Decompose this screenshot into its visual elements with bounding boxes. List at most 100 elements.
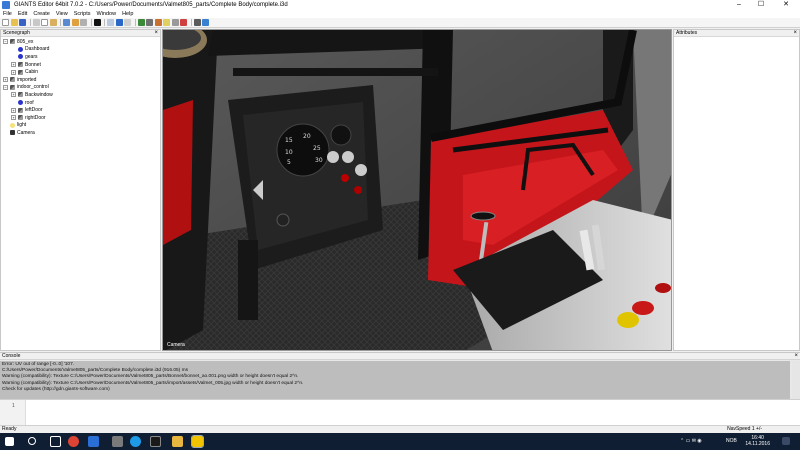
scenegraph-tree: − 805_ex Dashboard gears + Bonnet + Cabin + impor…	[1, 37, 160, 137]
rotate-icon[interactable]	[115, 19, 123, 26]
expand-icon[interactable]: +	[11, 62, 16, 68]
taskbar-app-icon[interactable]	[150, 436, 161, 447]
undo-icon[interactable]	[63, 19, 70, 26]
store-icon[interactable]	[88, 436, 99, 447]
scale-icon[interactable]	[124, 19, 131, 26]
cut-icon[interactable]	[32, 19, 40, 26]
expand-icon[interactable]: +	[11, 115, 16, 121]
open-folder-icon[interactable]	[10, 19, 18, 26]
move-icon[interactable]	[107, 19, 114, 26]
toolbar	[0, 18, 800, 28]
scenegraph-node[interactable]: Camera	[1, 129, 160, 137]
window-title: GIANTS Editor 64bit 7.0.2 - C:/Users/Pow…	[14, 2, 288, 8]
group-node-icon	[18, 62, 23, 68]
search-icon[interactable]	[28, 437, 36, 445]
group-node-icon	[18, 115, 23, 121]
panel-close-icon[interactable]: ×	[793, 30, 797, 37]
light-node-icon	[10, 122, 15, 128]
svg-text:10: 10	[285, 149, 293, 156]
scenegraph-node-label: rightDoor	[25, 114, 46, 121]
terrain-icon[interactable]	[137, 19, 145, 26]
expand-icon[interactable]: +	[11, 107, 16, 113]
mesh-node-icon	[18, 54, 23, 60]
copy-icon[interactable]	[41, 19, 48, 26]
group-node-icon	[10, 77, 15, 83]
console-panel: Console × Error: UV out of range [-0..0]…	[0, 352, 800, 426]
menu-scripts[interactable]: Scripts	[71, 10, 94, 18]
minimize-button[interactable]: –	[728, 0, 750, 10]
scenegraph-node[interactable]: + rightDoor	[1, 114, 160, 122]
attributes-panel: Attributes ×	[673, 29, 800, 351]
panel-close-icon[interactable]: ×	[154, 30, 158, 37]
maximize-button[interactable]: ☐	[750, 0, 772, 10]
foliage-icon[interactable]	[154, 19, 162, 26]
play-icon[interactable]	[93, 19, 101, 26]
system-tray-icons[interactable]: ⌃ ▭ ✉ ◉	[680, 433, 702, 450]
menu-view[interactable]: View	[53, 10, 71, 18]
scenegraph-node[interactable]: + leftDoor	[1, 106, 160, 114]
menu-create[interactable]: Create	[30, 10, 53, 18]
info-icon[interactable]	[202, 19, 209, 26]
collapse-icon[interactable]: −	[3, 84, 8, 90]
console-scrollbar[interactable]	[792, 361, 800, 399]
particle-icon[interactable]	[180, 19, 187, 26]
scenegraph-node[interactable]: + Backwindow	[1, 91, 160, 99]
scenegraph-title-label: Scenegraph	[3, 30, 30, 36]
toolbar-separator	[29, 19, 31, 26]
panel-close-icon[interactable]: ×	[794, 353, 798, 360]
3d-viewport[interactable]: 15 20 25 30 10 5 Camera	[162, 29, 672, 351]
scenegraph-node[interactable]: − 805_ex	[1, 38, 160, 46]
notification-icon[interactable]	[782, 437, 790, 445]
menu-edit[interactable]: Edit	[15, 10, 30, 18]
scenegraph-node[interactable]: − indoor_control	[1, 84, 160, 92]
expand-icon[interactable]: +	[11, 92, 16, 98]
new-file-icon[interactable]	[2, 19, 9, 26]
scenegraph-node[interactable]: + imported	[1, 76, 160, 84]
scenegraph-title: Scenegraph ×	[1, 30, 160, 37]
taskbar-clock[interactable]: 16:40 14.11.2016	[745, 435, 770, 447]
console-title: Console ×	[0, 353, 800, 360]
settings-icon[interactable]	[193, 19, 201, 26]
giants-editor-window: GIANTS Editor 64bit 7.0.2 - C:/Users/Pow…	[0, 0, 800, 450]
menu-window[interactable]: Window	[94, 10, 120, 18]
redo-icon[interactable]	[71, 19, 79, 26]
scenegraph-node[interactable]: roof	[1, 99, 160, 107]
viewport-render: 15 20 25 30 10 5	[163, 30, 671, 350]
paint-icon[interactable]	[146, 19, 153, 26]
scenegraph-node[interactable]: gears	[1, 53, 160, 61]
file-explorer-icon[interactable]	[172, 436, 183, 447]
paste-icon[interactable]	[49, 19, 57, 26]
scenegraph-node-label: light	[17, 122, 27, 129]
taskbar-app-icon[interactable]	[112, 436, 123, 447]
giants-editor-taskbar-icon[interactable]	[191, 435, 204, 448]
menu-file[interactable]: File	[0, 10, 15, 18]
menu-help[interactable]: Help	[119, 10, 136, 18]
collapse-icon[interactable]: −	[3, 39, 8, 45]
title-bar: GIANTS Editor 64bit 7.0.2 - C:/Users/Pow…	[0, 0, 800, 10]
camera-icon[interactable]	[171, 19, 179, 26]
group-node-icon	[18, 69, 23, 75]
chrome-icon[interactable]	[68, 436, 79, 447]
language-indicator[interactable]: NOB	[726, 433, 737, 450]
scenegraph-node[interactable]: light	[1, 122, 160, 130]
svg-text:20: 20	[303, 133, 311, 140]
scenegraph-node[interactable]: + Cabin	[1, 68, 160, 76]
close-button[interactable]: ✕	[772, 0, 800, 10]
task-view-icon[interactable]	[50, 436, 61, 447]
clock-date: 14.11.2016	[745, 441, 770, 447]
windows-start-icon[interactable]	[5, 437, 14, 446]
expand-icon[interactable]: +	[11, 69, 16, 75]
console-input[interactable]: 1	[0, 399, 800, 426]
scenegraph-node[interactable]: + Bonnet	[1, 61, 160, 69]
app-icon	[2, 1, 10, 9]
console-line: Check for updates (http://gdn.giants-sof…	[2, 386, 110, 392]
select-icon[interactable]	[80, 19, 87, 26]
save-icon[interactable]	[19, 19, 26, 26]
scenegraph-node-label: Dashboard	[25, 46, 50, 53]
expand-icon[interactable]: +	[3, 77, 8, 83]
group-node-icon	[10, 84, 15, 90]
skype-icon[interactable]	[130, 436, 141, 447]
scenegraph-node-label: 805_ex	[17, 38, 34, 45]
light-icon[interactable]	[163, 19, 170, 26]
scenegraph-node[interactable]: Dashboard	[1, 46, 160, 54]
